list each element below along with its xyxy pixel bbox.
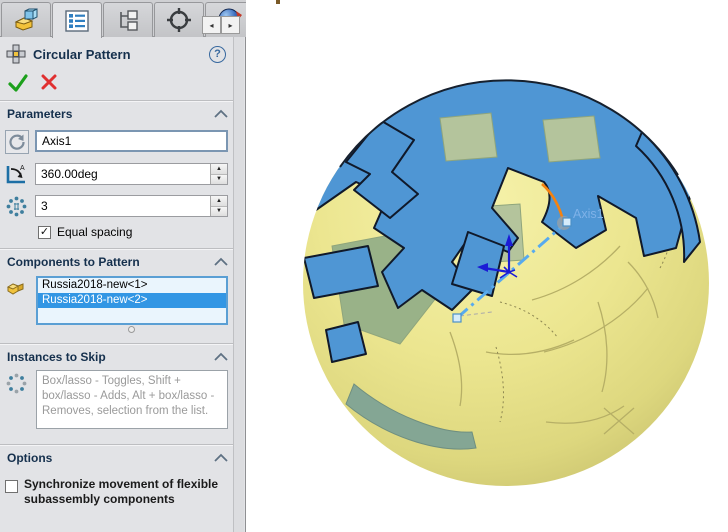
tab-scroll-buttons: ◂ ▸ — [202, 16, 240, 34]
section-label: Parameters — [7, 107, 213, 121]
solidworks-window: { "colors": { "panel_bg": "#e2e3e6", "he… — [0, 0, 728, 532]
axis-handle[interactable] — [563, 218, 571, 226]
section-parameters-header[interactable]: Parameters — [7, 107, 229, 121]
section-label: Components to Pattern — [7, 255, 213, 269]
assembly-3d-view: Axis1 — [246, 0, 728, 532]
section-components-header[interactable]: Components to Pattern — [7, 255, 229, 269]
svg-text:A: A — [20, 165, 25, 172]
clipped-toolbar-fragment — [276, 0, 280, 4]
spinner-up-icon[interactable]: ▲ — [211, 164, 227, 175]
axis-handle[interactable] — [453, 314, 461, 322]
dimxpert-icon — [165, 7, 193, 33]
section-label: Options — [7, 451, 213, 465]
component-icon — [5, 279, 27, 299]
divider — [0, 248, 234, 250]
angle-spinner[interactable]: ▲ ▼ — [210, 164, 227, 184]
instances-to-skip-box[interactable]: Box/lasso - Toggles, Shift + box/lasso -… — [36, 370, 228, 429]
angle-icon-wrap: A — [5, 163, 29, 187]
pattern-angle-icon: A — [5, 163, 28, 186]
divider — [0, 444, 234, 446]
instances-to-skip-icon — [5, 372, 28, 395]
angle-input[interactable] — [36, 164, 210, 184]
property-manager-icon — [64, 9, 90, 33]
circular-pattern-icon — [6, 44, 26, 64]
ok-button[interactable] — [8, 74, 28, 92]
axis-callout-label: Axis1 — [573, 207, 604, 221]
configuration-manager-icon — [115, 8, 141, 32]
spinner-down-icon[interactable]: ▼ — [211, 175, 227, 185]
section-instances-header[interactable]: Instances to Skip — [7, 350, 229, 364]
help-button[interactable]: ? — [209, 46, 226, 63]
count-icon-wrap — [5, 195, 29, 219]
sync-flexible-checkbox[interactable] — [5, 480, 18, 493]
axis-selection-input[interactable] — [37, 132, 226, 150]
page-title: Circular Pattern — [33, 47, 209, 62]
count-spinner[interactable]: ▲ ▼ — [210, 196, 227, 216]
property-manager-panel: ◂ ▸ Circular Pattern ? — [0, 0, 246, 532]
listbox-resize-grip[interactable] — [128, 326, 135, 333]
component-icon-wrap — [5, 279, 29, 303]
equal-spacing-checkbox[interactable]: ✓ — [38, 226, 51, 239]
rotate-axis-icon — [8, 133, 26, 151]
graphics-viewport[interactable]: Axis1 — [246, 0, 728, 532]
instance-count-icon — [5, 195, 28, 218]
sync-flexible-label: Synchronize movement of flexible subasse… — [24, 477, 230, 507]
tab-property-manager[interactable] — [52, 2, 102, 38]
sync-checkbox-row[interactable]: Synchronize movement of flexible subasse… — [5, 477, 230, 507]
collapse-chevron-icon[interactable] — [213, 257, 229, 267]
tab-scroll-left-button[interactable]: ◂ — [202, 16, 221, 34]
equal-spacing-label: Equal spacing — [57, 226, 132, 239]
panel-right-gutter — [233, 37, 244, 532]
list-item-selected[interactable]: Russia2018-new<2> — [38, 293, 226, 308]
equal-spacing-checkbox-row[interactable]: ✓ Equal spacing — [38, 226, 132, 239]
angle-field[interactable]: ▲ ▼ — [35, 163, 228, 185]
part-icon — [13, 8, 39, 32]
collapse-chevron-icon[interactable] — [213, 352, 229, 362]
spinner-down-icon[interactable]: ▼ — [211, 207, 227, 217]
spinner-up-icon[interactable]: ▲ — [211, 196, 227, 207]
axis-selection-field[interactable] — [35, 130, 228, 152]
panel-tab-bar: ◂ ▸ — [0, 0, 246, 37]
tab-scroll-right-button[interactable]: ▸ — [221, 16, 240, 34]
cancel-button[interactable] — [41, 74, 57, 90]
tab-configuration-manager[interactable] — [103, 2, 153, 37]
pattern-axis-selector-button[interactable] — [5, 130, 29, 154]
collapse-chevron-icon[interactable] — [213, 109, 229, 119]
components-listbox[interactable]: Russia2018-new<1> Russia2018-new<2> — [36, 276, 228, 325]
collapse-chevron-icon[interactable] — [213, 453, 229, 463]
tab-feature-manager[interactable] — [1, 2, 51, 37]
section-options-header[interactable]: Options — [7, 451, 229, 465]
list-item[interactable]: Russia2018-new<1> — [38, 278, 226, 293]
tab-dimxpert-manager[interactable] — [154, 2, 204, 37]
skip-icon-wrap — [5, 372, 29, 396]
divider — [0, 343, 234, 345]
count-field[interactable]: ▲ ▼ — [35, 195, 228, 217]
count-input[interactable] — [36, 196, 210, 216]
divider — [0, 100, 234, 102]
section-label: Instances to Skip — [7, 350, 213, 364]
